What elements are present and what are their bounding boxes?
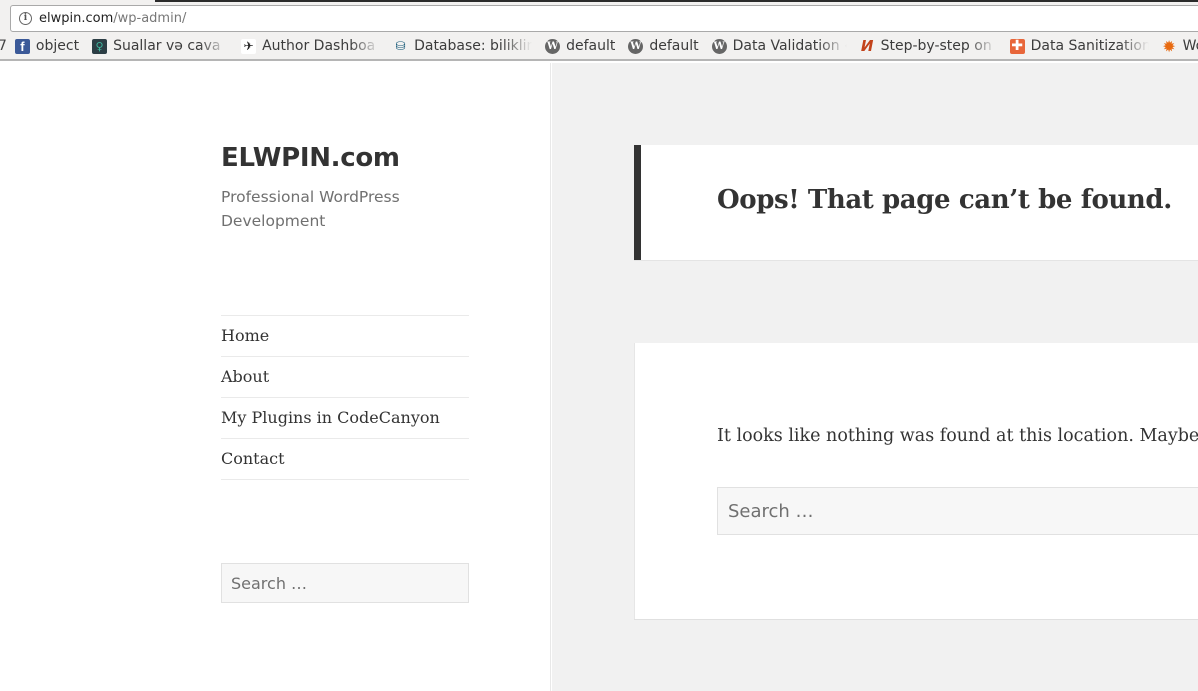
page-title: Oops! That page can’t be found. <box>717 185 1172 215</box>
content-search-input[interactable] <box>717 487 1198 535</box>
address-bar[interactable]: i elwpin.com/wp-admin/ <box>10 5 1198 32</box>
plus-icon: ✚ <box>1009 38 1025 54</box>
n-logo-icon: И <box>860 37 874 55</box>
sidebar: ELWPIN.com Professional WordPress Develo… <box>0 63 551 691</box>
facebook-icon: f <box>14 38 30 54</box>
sidebar-search-input[interactable] <box>221 563 469 603</box>
bookmark-label: Suallar və cava <box>113 38 221 54</box>
bookmarks-bar: 7 f object ♀ Suallar və cava ✈ Author Da… <box>0 33 1198 61</box>
page-content: It looks like nothing was found at this … <box>634 343 1198 619</box>
bookmark-overflow[interactable]: 7 <box>0 38 7 54</box>
not-found-message: It looks like nothing was found at this … <box>717 426 1198 446</box>
nav-item-contact[interactable]: Contact <box>221 439 469 480</box>
main-navigation: Home About My Plugins in CodeCanyon Cont… <box>221 315 469 480</box>
bookmark-item[interactable]: ✹ Wo <box>1162 36 1198 56</box>
url-host: elwpin.com <box>39 11 114 26</box>
bookmark-label: default <box>566 38 616 54</box>
bookmark-item[interactable]: f object <box>14 38 80 54</box>
wordpress-icon: W <box>711 38 727 54</box>
gear-icon: ✹ <box>1162 36 1176 56</box>
bookmark-label: default <box>649 38 699 54</box>
wordpress-icon: W <box>628 38 644 54</box>
bookmark-item[interactable]: W Data Validation « <box>711 38 847 54</box>
bookmark-label: Database: biliklin <box>414 38 533 54</box>
bookmark-label: object <box>35 38 80 54</box>
site-title[interactable]: ELWPIN.com <box>221 143 400 173</box>
bookmark-label: Author Dashboa <box>262 38 376 54</box>
main-content: Oops! That page can’t be found. It looks… <box>552 63 1198 691</box>
browser-toolbar: i elwpin.com/wp-admin/ <box>0 0 1198 33</box>
bookmark-label: Wo <box>1182 38 1198 54</box>
bookmark-label: Step-by-step on i <box>880 38 997 54</box>
lightbulb-icon: ♀ <box>92 38 108 54</box>
wordpress-icon: W <box>545 38 561 54</box>
bookmark-label: Data Validation « <box>732 38 847 54</box>
page-header: Oops! That page can’t be found. <box>634 145 1198 260</box>
bookmark-label: Data Sanitization <box>1030 38 1149 54</box>
bookmark-item[interactable]: ✈ Author Dashboa <box>241 38 380 54</box>
nav-item-plugins[interactable]: My Plugins in CodeCanyon <box>221 398 469 439</box>
nav-item-about[interactable]: About <box>221 357 469 398</box>
web-page: ELWPIN.com Professional WordPress Develo… <box>0 63 1198 691</box>
bookmark-item[interactable]: ✚ Data Sanitization <box>1009 38 1149 54</box>
bookmark-item[interactable]: W default <box>628 38 699 54</box>
author-bird-icon: ✈ <box>241 38 257 54</box>
info-icon[interactable]: i <box>19 12 32 25</box>
url-path: /wp-admin/ <box>113 11 187 26</box>
bookmark-item[interactable]: W default <box>545 38 615 54</box>
database-icon: ⛁ <box>395 39 406 53</box>
bookmark-item[interactable]: ⛁ Database: biliklin <box>393 38 533 54</box>
window-edge <box>155 0 1198 2</box>
bookmark-item[interactable]: ♀ Suallar və cava <box>92 38 228 54</box>
nav-item-home[interactable]: Home <box>221 316 469 357</box>
site-description: Professional WordPress Development <box>221 188 400 230</box>
bookmark-item[interactable]: И Step-by-step on i <box>860 37 997 55</box>
